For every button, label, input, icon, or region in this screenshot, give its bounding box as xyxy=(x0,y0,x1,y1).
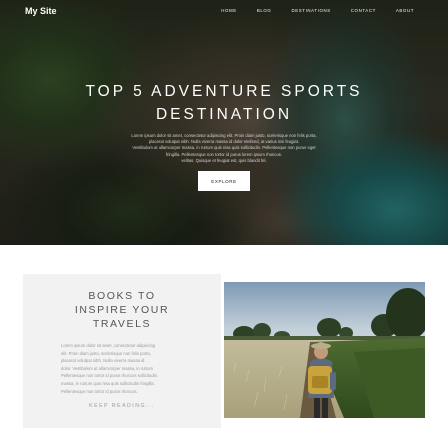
feature-body-line: Pellentesque non tortor id purus rhoncus… xyxy=(61,388,138,394)
nav-home[interactable]: HOME xyxy=(221,8,237,13)
keep-reading-link[interactable]: KEEP READING... xyxy=(23,403,221,409)
hero-section: My Site HOME BLOG DESTINATIONS CONTACT A… xyxy=(0,0,448,245)
nav-blog[interactable]: BLOG xyxy=(257,8,272,13)
hero-title: TOP 5 ADVENTURE SPORTS DESTINATION xyxy=(0,80,448,126)
feature-body-line: placerat volutpat nibh. Nulla viverra ma… xyxy=(61,358,145,364)
nav-links: HOME BLOG DESTINATIONS CONTACT ABOUT xyxy=(201,8,414,13)
feature-body-line: dolor. Vestibulum at ullamcorper massa, … xyxy=(61,365,153,371)
feature-body-line: Lorem ipsum dolor sit amet, consectetur … xyxy=(61,343,156,348)
site-logo[interactable]: My Site xyxy=(25,6,57,16)
hero-title-line1: TOP 5 ADVENTURE SPORTS xyxy=(85,83,363,100)
top-nav: My Site HOME BLOG DESTINATIONS CONTACT A… xyxy=(0,0,448,22)
feature-title-line2: INSPIRE YOUR xyxy=(74,304,170,316)
nav-about[interactable]: ABOUT xyxy=(396,8,414,13)
nav-contact[interactable]: CONTACT xyxy=(351,8,376,13)
hero-title-line2: DESTINATION xyxy=(155,106,293,123)
feature-title-line3: TRAVELS xyxy=(92,318,152,330)
feature-body: Lorem ipsum dolor sit amet, consectetur … xyxy=(61,342,187,395)
photo-illustration xyxy=(224,282,425,418)
hero-subtitle: Lorem ipsum dolor sit amet, consectetur … xyxy=(70,133,378,164)
nav-destinations[interactable]: DESTINATIONS xyxy=(291,8,330,13)
explore-button[interactable]: EXPLORE xyxy=(198,171,250,191)
feature-card: BOOKS TO INSPIRE YOUR TRAVELS Lorem ipsu… xyxy=(23,274,221,428)
feature-body-line: massa, in rutrum quis nisa quis sollicit… xyxy=(61,380,155,386)
feature-body-line: elit. Proin diam justo, scelerisque non … xyxy=(61,350,151,356)
feature-section: BOOKS TO INSPIRE YOUR TRAVELS Lorem ipsu… xyxy=(0,245,448,448)
feature-body-line: Pellentesque non tortor id purus rhoncus… xyxy=(61,373,159,379)
hero-subtitle-line: velitas. Quisque et feugiat est, quis bl… xyxy=(181,157,267,163)
feature-title-line1: BOOKS TO xyxy=(88,290,156,302)
hiker-in-field-photo xyxy=(224,282,425,418)
feature-title: BOOKS TO INSPIRE YOUR TRAVELS xyxy=(23,289,221,331)
